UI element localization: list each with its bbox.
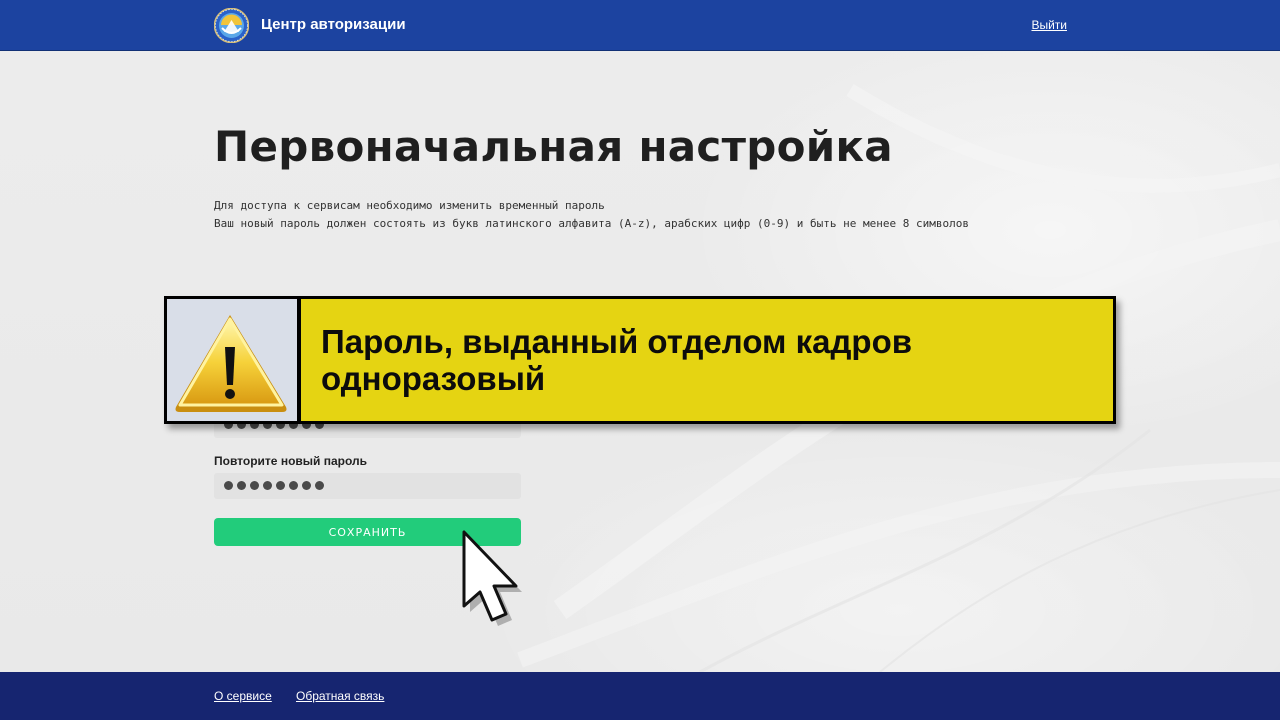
mouse-pointer-icon	[462, 530, 522, 626]
warning-banner: Пароль, выданный отделом кадров одноразо…	[164, 296, 1116, 424]
mask-dot	[250, 481, 259, 490]
warning-line-2: одноразовый	[321, 360, 546, 397]
repeat-password-field[interactable]	[214, 473, 521, 499]
warning-message: Пароль, выданный отделом кадров одноразо…	[321, 323, 912, 397]
warning-icon	[175, 315, 287, 412]
top-bar: Центр авторизации Выйти	[0, 0, 1280, 51]
warning-icon-panel	[167, 299, 297, 421]
warning-message-panel: Пароль, выданный отделом кадров одноразо…	[301, 299, 1113, 421]
kyrgyz-emblem-icon[interactable]	[213, 7, 250, 44]
password-mask	[224, 481, 324, 490]
footer: О сервисе Обратная связь	[0, 672, 1280, 720]
mask-dot	[263, 481, 272, 490]
page-title: Первоначальная настройка	[214, 122, 893, 171]
repeat-password-label: Повторите новый пароль	[214, 454, 368, 468]
app-title: Центр авторизации	[261, 16, 406, 33]
mask-dot	[224, 481, 233, 490]
warning-line-1: Пароль, выданный отделом кадров	[321, 323, 913, 360]
feedback-link[interactable]: Обратная связь	[296, 689, 384, 703]
mask-dot	[237, 481, 246, 490]
logout-link[interactable]: Выйти	[1031, 18, 1067, 32]
about-service-link[interactable]: О сервисе	[214, 689, 272, 703]
instruction-line-2: Ваш новый пароль должен состоять из букв…	[214, 217, 969, 230]
instruction-line-1: Для доступа к сервисам необходимо измени…	[214, 199, 605, 212]
mask-dot	[315, 481, 324, 490]
instructions: Для доступа к сервисам необходимо измени…	[214, 197, 1114, 233]
mask-dot	[276, 481, 285, 490]
mask-dot	[302, 481, 311, 490]
mask-dot	[289, 481, 298, 490]
